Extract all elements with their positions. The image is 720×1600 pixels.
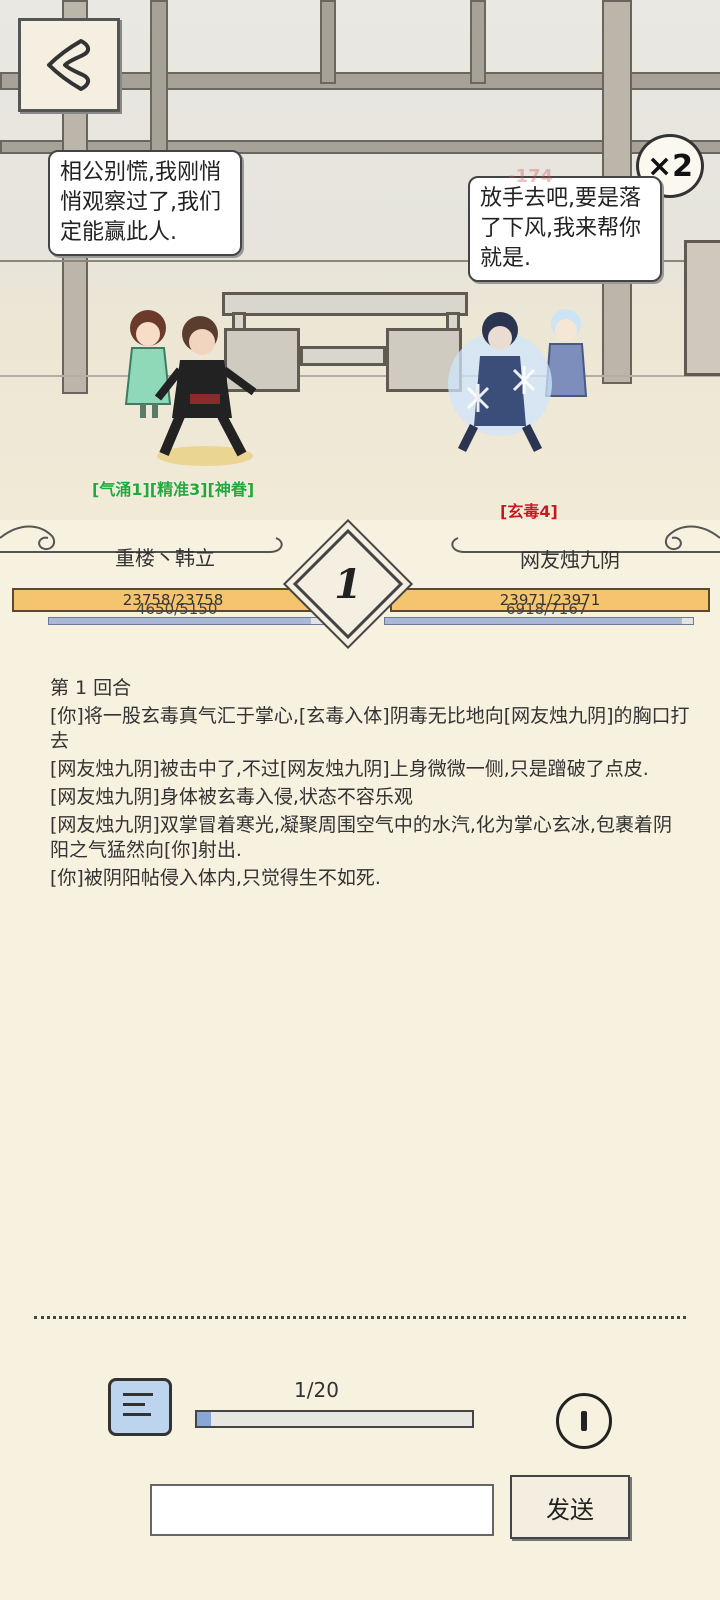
chat-log-button[interactable] <box>108 1378 172 1436</box>
battle-log: 第 1 回合 [你]将一股玄毒真气汇于掌心,[玄毒入体]阴毒无比地向[网友烛九阴… <box>50 676 690 894</box>
player-mp-text: 4650/5150 <box>136 600 218 618</box>
rafter <box>150 0 168 154</box>
player-character <box>154 316 257 466</box>
dotted-divider <box>34 1316 686 1319</box>
rafter <box>320 0 336 84</box>
enemy-character <box>448 312 552 453</box>
pause-button[interactable] <box>556 1393 612 1449</box>
enemy-mp-bar <box>384 617 694 625</box>
round-title: 第 1 回合 <box>50 677 132 699</box>
log-line: [你]将一股玄毒真气汇于掌心,[玄毒入体]阴毒无比地向[网友烛九阴]的胸口打去 <box>50 705 690 752</box>
round-number: 1 <box>334 560 362 608</box>
log-line: [你]被阴阳帖侵入体内,只觉得生不如死. <box>50 867 381 889</box>
log-line: [网友烛九阴]被击中了,不过[网友烛九阴]上身微微一侧,只是蹭破了点皮. <box>50 758 649 780</box>
damage-number: -174 <box>508 166 554 187</box>
chat-input[interactable] <box>150 1484 494 1536</box>
rafter <box>470 0 486 84</box>
pause-icon <box>581 1411 587 1431</box>
progress-label: 1/20 <box>294 1378 339 1402</box>
send-button[interactable]: 发送 <box>510 1475 630 1539</box>
battle-progress-bar[interactable] <box>195 1410 474 1428</box>
enemy-speech-bubble: 放手去吧,要是落了下风,我来帮你就是. <box>468 176 662 282</box>
player-name: 重楼丶韩立 <box>115 545 215 570</box>
battle-scene: ×2 相公别慌,我刚悄悄观察过了,我们定能赢此人. 放手去吧,要是落了下风,我来… <box>0 0 720 520</box>
player-mp-bar <box>48 617 340 625</box>
progress-fill <box>197 1412 211 1426</box>
player-status-tags: [气涌1][精准3][神眷] <box>92 480 255 499</box>
floor-line <box>0 375 720 377</box>
back-arrow-icon <box>47 39 90 91</box>
companion-speech-bubble: 相公别慌,我刚悄悄观察过了,我们定能赢此人. <box>48 150 242 256</box>
log-line: [网友烛九阴]双掌冒着寒光,凝聚周围空气中的水汽,化为掌心玄冰,包裹着阴阳之气猛… <box>50 814 672 861</box>
back-button[interactable] <box>18 18 120 112</box>
log-line: [网友烛九阴]身体被玄毒入侵,状态不容乐观 <box>50 786 413 808</box>
enemy-mp-text: 6918/7167 <box>506 600 588 618</box>
low-table <box>300 346 386 366</box>
enemy-name: 网友烛九阴 <box>520 547 620 572</box>
side-cabinet <box>684 240 720 376</box>
